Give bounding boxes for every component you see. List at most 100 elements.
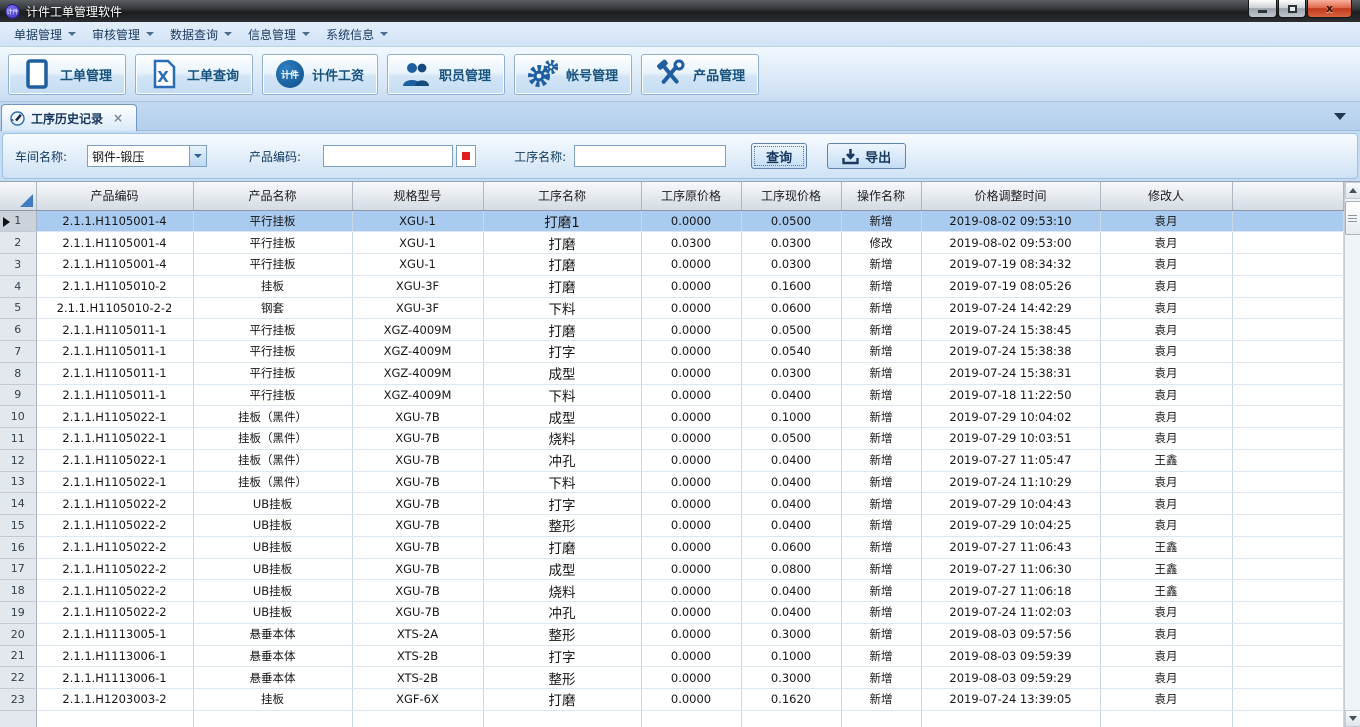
combo-dropdown-button[interactable] bbox=[189, 146, 206, 166]
cell[interactable]: 0.0000 bbox=[641, 254, 741, 276]
cell[interactable]: 0.0000 bbox=[641, 428, 741, 450]
row-number[interactable]: 7 bbox=[0, 341, 36, 363]
cell[interactable]: 挂板（黑件） bbox=[193, 449, 352, 471]
cell[interactable]: 王鑫 bbox=[1100, 580, 1232, 602]
table-row[interactable]: 222.1.1.H1113006-1悬垂本体XTS-2B整形0.00000.30… bbox=[0, 667, 1343, 689]
cell[interactable]: 新增 bbox=[841, 341, 921, 363]
table-row[interactable]: 22.1.1.H1105001-4平行挂板XGU-1打磨0.03000.0300… bbox=[0, 232, 1343, 254]
workshop-combobox[interactable]: 钢件-锻压 bbox=[87, 145, 207, 167]
export-button[interactable]: 导出 bbox=[827, 143, 906, 169]
cell[interactable]: 2.1.1.H1105011-1 bbox=[36, 341, 193, 363]
cell[interactable]: 打磨 bbox=[483, 232, 641, 254]
cell[interactable]: 2019-08-03 09:57:56 bbox=[921, 623, 1100, 645]
table-row[interactable]: 32.1.1.H1105001-4平行挂板XGU-1打磨0.00000.0300… bbox=[0, 254, 1343, 276]
cell[interactable]: 平行挂板 bbox=[193, 254, 352, 276]
row-number[interactable]: 15 bbox=[0, 515, 36, 537]
cell[interactable]: 2.1.1.H1105001-4 bbox=[36, 232, 193, 254]
cell[interactable]: 打字 bbox=[483, 341, 641, 363]
cell[interactable]: 0.1000 bbox=[741, 645, 841, 667]
cell[interactable]: XGU-7B bbox=[352, 493, 483, 515]
cell[interactable]: 2019-08-03 09:59:29 bbox=[921, 667, 1100, 689]
staff-manage-button[interactable]: 职员管理 bbox=[387, 54, 505, 95]
cell[interactable]: 修改 bbox=[841, 232, 921, 254]
cell[interactable]: XGU-7B bbox=[352, 471, 483, 493]
cell[interactable]: 2019-07-18 11:22:50 bbox=[921, 384, 1100, 406]
cell[interactable]: 0.0000 bbox=[641, 341, 741, 363]
piecework-wage-button[interactable]: 计件 计件工资 bbox=[262, 54, 378, 95]
cell[interactable]: 0.0400 bbox=[741, 580, 841, 602]
cell[interactable]: XGU-7B bbox=[352, 515, 483, 537]
cell[interactable]: 袁月 bbox=[1100, 341, 1232, 363]
cell[interactable]: 2019-07-27 11:06:30 bbox=[921, 558, 1100, 580]
process-name-input[interactable] bbox=[574, 145, 726, 167]
cell[interactable]: 2019-07-24 15:38:38 bbox=[921, 341, 1100, 363]
table-row[interactable]: 162.1.1.H1105022-2UB挂板XGU-7B打磨0.00000.06… bbox=[0, 536, 1343, 558]
cell[interactable]: 2.1.1.H1105011-1 bbox=[36, 319, 193, 341]
column-header[interactable]: 工序原价格 bbox=[641, 182, 741, 210]
cell[interactable]: 袁月 bbox=[1100, 667, 1232, 689]
cell[interactable]: 0.0000 bbox=[641, 493, 741, 515]
row-number[interactable]: 4 bbox=[0, 275, 36, 297]
cell[interactable]: 整形 bbox=[483, 515, 641, 537]
row-number[interactable]: 20 bbox=[0, 623, 36, 645]
tab-overflow-arrow-icon[interactable] bbox=[1334, 113, 1346, 120]
cell[interactable]: 新增 bbox=[841, 275, 921, 297]
cell[interactable]: 0.1000 bbox=[741, 406, 841, 428]
cell[interactable]: 2019-07-24 14:42:29 bbox=[921, 297, 1100, 319]
row-number[interactable]: 3 bbox=[0, 254, 36, 276]
cell[interactable]: 0.0400 bbox=[741, 493, 841, 515]
row-number[interactable]: 23 bbox=[0, 689, 36, 711]
cell[interactable]: 新增 bbox=[841, 667, 921, 689]
cell[interactable]: 2.1.1.H1113005-1 bbox=[36, 623, 193, 645]
cell[interactable]: 2019-07-29 10:04:25 bbox=[921, 515, 1100, 537]
cell[interactable]: XGU-7B bbox=[352, 602, 483, 624]
table-row[interactable]: 152.1.1.H1105022-2UB挂板XGU-7B整形0.00000.04… bbox=[0, 515, 1343, 537]
cell[interactable]: 打字 bbox=[483, 645, 641, 667]
cell[interactable]: 新增 bbox=[841, 210, 921, 232]
cell[interactable]: 袁月 bbox=[1100, 623, 1232, 645]
cell[interactable]: 袁月 bbox=[1100, 362, 1232, 384]
cell[interactable]: 0.0400 bbox=[741, 515, 841, 537]
cell[interactable]: 袁月 bbox=[1100, 428, 1232, 450]
cell[interactable]: 冲孔 bbox=[483, 602, 641, 624]
cell[interactable]: XGF-6X bbox=[352, 689, 483, 711]
cell[interactable]: 新增 bbox=[841, 493, 921, 515]
table-row[interactable]: 102.1.1.H1105022-1挂板（黑件）XGU-7B成型0.00000.… bbox=[0, 406, 1343, 428]
table-row[interactable]: 182.1.1.H1105022-2UB挂板XGU-7B烧料0.00000.04… bbox=[0, 580, 1343, 602]
cell[interactable]: 0.0300 bbox=[741, 362, 841, 384]
cell[interactable]: XGU-3F bbox=[352, 297, 483, 319]
cell[interactable]: 2.1.1.H1105022-2 bbox=[36, 602, 193, 624]
row-number[interactable]: 10 bbox=[0, 406, 36, 428]
cell[interactable]: 2.1.1.H1105022-1 bbox=[36, 406, 193, 428]
product-code-input[interactable] bbox=[323, 145, 453, 167]
table-row[interactable]: 132.1.1.H1105022-1挂板（黑件）XGU-7B下料0.00000.… bbox=[0, 471, 1343, 493]
cell[interactable]: 悬垂本体 bbox=[193, 667, 352, 689]
cell[interactable]: 烧料 bbox=[483, 428, 641, 450]
table-row[interactable]: 122.1.1.H1105022-1挂板（黑件）XGU-7B冲孔0.00000.… bbox=[0, 449, 1343, 471]
cell[interactable]: 2.1.1.H1105022-2 bbox=[36, 558, 193, 580]
cell[interactable]: XGZ-4009M bbox=[352, 319, 483, 341]
cell[interactable]: 新增 bbox=[841, 602, 921, 624]
row-number[interactable]: 13 bbox=[0, 471, 36, 493]
cell[interactable]: 0.0000 bbox=[641, 602, 741, 624]
cell[interactable]: 冲孔 bbox=[483, 449, 641, 471]
cell[interactable]: 2019-07-29 10:03:51 bbox=[921, 428, 1100, 450]
menu-item-info[interactable]: 信息管理 bbox=[240, 23, 318, 46]
cell[interactable]: 袁月 bbox=[1100, 254, 1232, 276]
cell[interactable]: 打磨 bbox=[483, 536, 641, 558]
cell[interactable]: XGU-3F bbox=[352, 275, 483, 297]
cell[interactable]: 整形 bbox=[483, 667, 641, 689]
cell[interactable]: 2019-07-29 10:04:02 bbox=[921, 406, 1100, 428]
cell[interactable]: 打磨1 bbox=[483, 210, 641, 232]
cell[interactable]: 钢套 bbox=[193, 297, 352, 319]
column-header[interactable]: 产品名称 bbox=[193, 182, 352, 210]
cell[interactable]: 0.0540 bbox=[741, 341, 841, 363]
table-row[interactable]: 92.1.1.H1105011-1平行挂板XGZ-4009M下料0.00000.… bbox=[0, 384, 1343, 406]
cell[interactable]: 袁月 bbox=[1100, 384, 1232, 406]
cell[interactable]: 0.0500 bbox=[741, 428, 841, 450]
cell[interactable]: 0.0500 bbox=[741, 210, 841, 232]
column-header[interactable]: 产品编码 bbox=[36, 182, 193, 210]
row-number[interactable]: 16 bbox=[0, 536, 36, 558]
cell[interactable]: XGU-1 bbox=[352, 254, 483, 276]
work-order-manage-button[interactable]: 工单管理 bbox=[8, 54, 126, 95]
